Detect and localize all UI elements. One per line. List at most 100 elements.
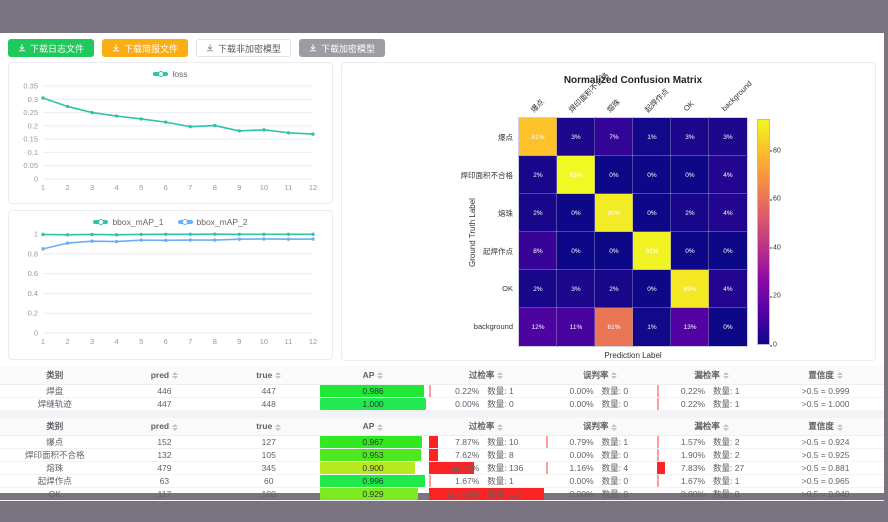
pred-cell: 117	[110, 488, 220, 501]
matrix-cell: 2%	[671, 194, 709, 232]
rate-count: 数量: 10	[487, 436, 518, 448]
download-encrypted-model-button[interactable]: 下载加密模型	[299, 39, 385, 57]
rate-count: 数量: 117	[487, 488, 522, 500]
bbox-map-chart-card: bbox_mAP_1 bbox_mAP_200.20.40.60.8112345…	[8, 210, 333, 360]
svg-text:7: 7	[188, 183, 192, 192]
colorbar-tick: 40	[773, 244, 781, 251]
table-row: 熔珠 479 345 0.900 39.42% 数量: 136 1.16% 数量…	[0, 462, 884, 475]
column-header-1[interactable]: pred	[110, 366, 220, 384]
ap-value: 0.986	[320, 385, 426, 397]
svg-text:9: 9	[237, 337, 241, 346]
svg-text:12: 12	[309, 337, 317, 346]
column-header-label: 过检率	[469, 421, 495, 431]
column-header-6[interactable]: 漏检率	[656, 418, 767, 436]
rate-percent: 0.22%	[657, 399, 705, 409]
svg-text:8: 8	[213, 183, 217, 192]
class-cell: 焊缝轨迹	[0, 397, 110, 410]
sort-icon	[837, 424, 843, 431]
column-header-0: 类别	[0, 366, 110, 384]
rate-count: 数量: 1	[602, 436, 628, 448]
column-header-label: true	[256, 370, 272, 380]
matrix-cell: 3%	[709, 118, 747, 156]
table-row: 焊印面积不合格 132 105 0.953 7.62% 数量: 8 0.00% …	[0, 449, 884, 462]
matrix-cell: 3%	[557, 118, 595, 156]
column-header-5[interactable]: 误判率	[545, 418, 656, 436]
pred-cell: 152	[110, 436, 220, 449]
column-header-4[interactable]: 过检率	[428, 418, 545, 436]
column-header-6[interactable]: 漏检率	[656, 366, 767, 384]
matrix-cell: 0%	[595, 232, 633, 270]
download-icon	[112, 44, 120, 52]
matrix-cell: 1%	[633, 118, 671, 156]
legend-item-bbox_mAP_2[interactable]: bbox_mAP_2	[178, 217, 248, 227]
confidence-cell: >0.5 = 0.925	[767, 449, 884, 462]
svg-text:0.35: 0.35	[23, 82, 38, 91]
rate-percent: 0.00%	[546, 399, 594, 409]
download-unencrypted-model-button[interactable]: 下载非加密模型	[196, 39, 291, 57]
svg-text:0.8: 0.8	[28, 249, 38, 258]
legend-line-icon	[93, 220, 108, 224]
rate-count: 数量: 0	[602, 449, 628, 461]
class-cell: 焊印面积不合格	[0, 449, 110, 462]
defect-metrics-table: 类别 pred true AP 过检率 误判率 漏检率 置信度 爆点 152 1…	[0, 418, 884, 502]
column-header-label: 误判率	[583, 370, 609, 380]
column-header-4[interactable]: 过检率	[428, 366, 545, 384]
pred-cell: 63	[110, 475, 220, 488]
svg-text:0: 0	[34, 329, 38, 338]
svg-text:0.1: 0.1	[28, 148, 38, 157]
download-report-button[interactable]: 下载简报文件	[102, 39, 188, 57]
column-header-3[interactable]: AP	[318, 366, 428, 384]
svg-text:2: 2	[65, 337, 69, 346]
svg-text:8: 8	[213, 337, 217, 346]
ap-value: 0.929	[320, 488, 426, 500]
rate-count: 数量: 27	[713, 462, 744, 474]
dashboard-page: 下载日志文件 下载简报文件 下载非加密模型 下载加密模型 loss00.050.…	[0, 33, 884, 493]
svg-text:0.3: 0.3	[28, 95, 38, 104]
column-header-5[interactable]: 误判率	[545, 366, 656, 384]
metrics-tables: 类别 pred true AP 过检率 误判率 漏检率 置信度 焊盘 446 4…	[0, 366, 884, 501]
legend-line-icon	[178, 220, 193, 224]
matrix-cell: 61%	[595, 308, 633, 346]
matrix-cell: 4%	[709, 194, 747, 232]
rate-percent: 7.62%	[429, 450, 479, 460]
table-row: 爆点 152 127 0.967 7.87% 数量: 10 0.79% 数量: …	[0, 436, 884, 449]
button-label: 下载日志文件	[30, 42, 84, 55]
column-header-7[interactable]: 置信度	[767, 418, 884, 436]
column-header-1[interactable]: pred	[110, 418, 220, 436]
legend-item-loss[interactable]: loss	[153, 69, 187, 79]
matrix-cell: 89%	[671, 270, 709, 308]
matrix-column-label: 起焊作点	[642, 86, 671, 115]
matrix-cell: 81%	[519, 118, 557, 156]
matrix-row-label: 焊印面积不合格	[383, 170, 513, 181]
column-header-3[interactable]: AP	[318, 418, 428, 436]
confusion-matrix-xlabel: Prediction Label	[604, 351, 661, 360]
rate-count: 数量: 0	[713, 488, 739, 500]
true-cell: 127	[219, 436, 318, 449]
matrix-cell: 2%	[519, 156, 557, 194]
ap-value: 1.000	[320, 398, 426, 410]
download-icon	[309, 44, 317, 52]
button-label: 下载非加密模型	[218, 42, 281, 55]
rate-count: 数量: 1	[487, 385, 513, 397]
rate-count: 数量: 2	[713, 436, 739, 448]
matrix-cell: 8%	[519, 232, 557, 270]
matrix-cell: 0%	[633, 156, 671, 194]
column-header-7[interactable]: 置信度	[767, 366, 884, 384]
download-log-button[interactable]: 下载日志文件	[8, 39, 94, 57]
rate-count: 数量: 0	[602, 488, 628, 500]
download-icon	[18, 44, 26, 52]
matrix-cell: 2%	[595, 270, 633, 308]
legend-item-bbox_mAP_1[interactable]: bbox_mAP_1	[93, 217, 163, 227]
metrics-table: 类别 pred true AP 过检率 误判率 漏检率 置信度 焊盘 446 4…	[0, 366, 884, 411]
rate-cell: 7.62% 数量: 8	[428, 449, 545, 462]
table-divider	[0, 411, 884, 418]
confusion-matrix-card: Normalized Confusion Matrix Ground Truth…	[341, 62, 876, 361]
column-header-2[interactable]: true	[219, 418, 318, 436]
rate-percent: 0.00%	[546, 489, 594, 499]
column-header-2[interactable]: true	[219, 366, 318, 384]
rate-cell: 1.67% 数量: 1	[656, 475, 767, 488]
rate-percent: 1.90%	[657, 450, 705, 460]
matrix-column-label: OK	[682, 99, 696, 113]
rate-percent: 0.00%	[546, 450, 594, 460]
svg-text:1: 1	[34, 230, 38, 239]
